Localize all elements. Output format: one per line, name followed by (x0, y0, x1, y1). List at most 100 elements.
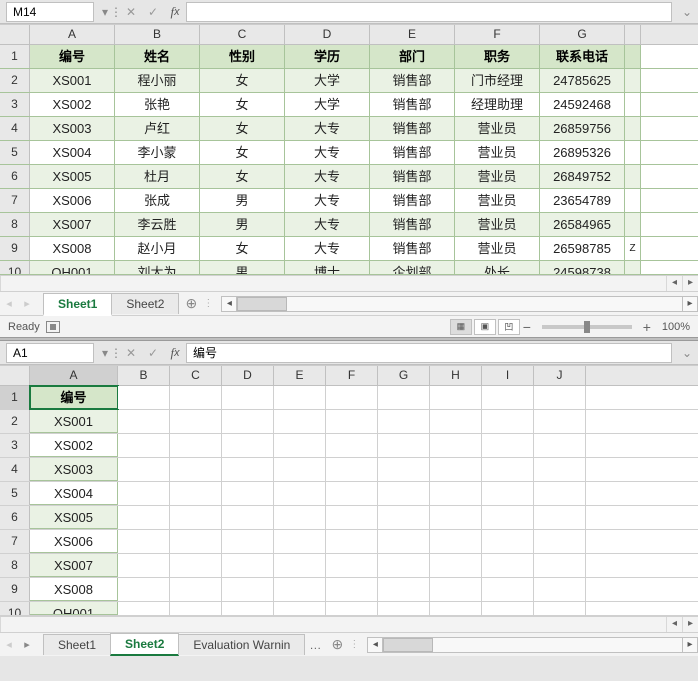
cell[interactable] (625, 213, 641, 236)
cell[interactable] (326, 602, 378, 615)
cell[interactable]: 销售部 (370, 69, 455, 92)
cell[interactable] (378, 602, 430, 615)
cell[interactable]: XS004 (30, 482, 118, 505)
row-header[interactable]: 9 (0, 237, 30, 260)
cell[interactable] (534, 530, 586, 553)
cell[interactable] (534, 578, 586, 601)
cell[interactable] (274, 506, 326, 529)
cell[interactable] (170, 434, 222, 457)
cell[interactable]: 张艳 (115, 93, 200, 116)
row-header[interactable]: 5 (0, 141, 30, 164)
cell[interactable] (482, 434, 534, 457)
cell[interactable] (170, 578, 222, 601)
cell[interactable]: 24598738 (540, 261, 625, 274)
cell[interactable] (482, 602, 534, 615)
cell[interactable] (534, 602, 586, 615)
cell[interactable] (482, 482, 534, 505)
cell[interactable] (625, 45, 641, 68)
cell[interactable] (482, 410, 534, 433)
cell[interactable]: QH001 (30, 602, 118, 615)
row-header[interactable]: 3 (0, 434, 30, 457)
fx-icon[interactable]: fx (164, 2, 186, 22)
cell[interactable]: XS005 (30, 165, 115, 188)
cell[interactable] (118, 506, 170, 529)
hscroll-track[interactable] (237, 296, 682, 312)
col-header[interactable]: B (118, 366, 170, 385)
row-header[interactable]: 3 (0, 93, 30, 116)
cell[interactable]: 男 (200, 189, 285, 212)
cell[interactable] (430, 434, 482, 457)
cell[interactable]: 营业员 (455, 117, 540, 140)
cell[interactable] (430, 458, 482, 481)
sheet-tab[interactable]: Evaluation Warnin (178, 634, 305, 655)
cell[interactable] (222, 482, 274, 505)
col-header[interactable]: F (326, 366, 378, 385)
cell[interactable]: QH001 (30, 261, 115, 274)
name-box-dropdown-icon[interactable]: ▾ (100, 346, 110, 360)
hscroll-left-icon[interactable]: ◂ (367, 637, 383, 653)
cell[interactable] (378, 530, 430, 553)
cell[interactable] (118, 434, 170, 457)
sheet-tab[interactable]: Sheet2 (111, 293, 179, 314)
cell[interactable] (378, 410, 430, 433)
cell[interactable]: XS007 (30, 213, 115, 236)
cell[interactable] (534, 458, 586, 481)
cell[interactable]: XS005 (30, 506, 118, 529)
cell[interactable]: 经理助理 (455, 93, 540, 116)
cell[interactable]: 26849752 (540, 165, 625, 188)
cell[interactable]: 营业员 (455, 165, 540, 188)
col-header[interactable]: G (378, 366, 430, 385)
cell[interactable]: XS003 (30, 458, 118, 481)
cell[interactable] (118, 554, 170, 577)
cell[interactable] (222, 602, 274, 615)
cell[interactable]: 大专 (285, 117, 370, 140)
cell[interactable] (118, 530, 170, 553)
cell[interactable] (482, 506, 534, 529)
cell[interactable] (430, 482, 482, 505)
add-sheet-icon[interactable]: ⊕ (179, 295, 203, 312)
cell[interactable] (170, 602, 222, 615)
cell[interactable] (482, 458, 534, 481)
col-header[interactable] (625, 25, 641, 44)
cell[interactable] (222, 530, 274, 553)
cell[interactable]: 26598785 (540, 237, 625, 260)
cell[interactable] (378, 554, 430, 577)
col-header[interactable]: J (534, 366, 586, 385)
formula-input[interactable] (186, 2, 672, 22)
cell[interactable] (430, 578, 482, 601)
zoom-in-icon[interactable]: + (640, 319, 654, 335)
tab-nav-prev-icon[interactable]: ▸ (18, 638, 36, 651)
macro-record-icon[interactable] (46, 321, 60, 333)
scroll-left-icon[interactable]: ◂ (666, 276, 682, 291)
cell[interactable]: 大专 (285, 165, 370, 188)
cell[interactable] (274, 482, 326, 505)
fx-icon[interactable]: fx (164, 343, 186, 363)
cell[interactable] (170, 530, 222, 553)
cell[interactable] (378, 434, 430, 457)
cell[interactable]: XS001 (30, 410, 118, 433)
cell[interactable]: 杜月 (115, 165, 200, 188)
row-header[interactable]: 8 (0, 554, 30, 577)
cell[interactable] (222, 386, 274, 409)
cancel-icon[interactable]: ✕ (120, 2, 142, 22)
cell[interactable]: Z (625, 237, 641, 260)
zoom-out-icon[interactable]: − (520, 319, 534, 335)
tab-split-grip[interactable]: ⋮ (349, 639, 355, 650)
cell[interactable] (534, 506, 586, 529)
hscroll-right-icon[interactable]: ▸ (682, 637, 698, 653)
cell[interactable] (378, 482, 430, 505)
cell[interactable] (326, 530, 378, 553)
row-header[interactable]: 4 (0, 117, 30, 140)
cell[interactable] (482, 386, 534, 409)
cell[interactable]: 营业员 (455, 189, 540, 212)
cell[interactable] (534, 434, 586, 457)
cell[interactable] (326, 386, 378, 409)
cell[interactable]: 销售部 (370, 141, 455, 164)
cell[interactable] (170, 482, 222, 505)
cell[interactable]: XS002 (30, 434, 118, 457)
row-header[interactable]: 7 (0, 530, 30, 553)
col-header[interactable]: D (222, 366, 274, 385)
cell[interactable]: 营业员 (455, 237, 540, 260)
cell[interactable] (222, 434, 274, 457)
row-header[interactable]: 6 (0, 165, 30, 188)
